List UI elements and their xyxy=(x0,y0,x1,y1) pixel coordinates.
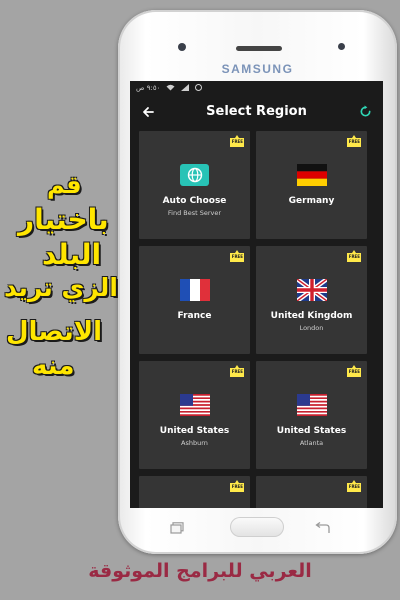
free-badge-label: FREE xyxy=(348,369,360,374)
region-card-partial-right[interactable]: FREE xyxy=(256,476,367,508)
phone-brand: SAMSUNG xyxy=(221,62,294,76)
region-card-germany[interactable]: FREE Germany xyxy=(256,131,367,239)
free-badge-label: FREE xyxy=(231,369,243,374)
phone-frame: SAMSUNG ٩:٥٠ ص Select Region FREE Auto C… xyxy=(118,10,397,554)
phone-sensor xyxy=(338,43,345,50)
promo-line-4: الزي تريد xyxy=(4,273,118,302)
signal-icon xyxy=(181,83,190,93)
status-time: ٩:٥٠ ص xyxy=(136,84,161,92)
app-screen: ٩:٥٠ ص Select Region FREE Auto Choose Fi… xyxy=(130,81,383,508)
free-badge-label: FREE xyxy=(348,484,360,489)
phone-speaker xyxy=(236,46,282,51)
promo-line-1: قم xyxy=(47,171,82,199)
region-card-france[interactable]: FREE France xyxy=(139,246,250,354)
region-card-united-states-atlanta[interactable]: FREE United States Atlanta xyxy=(256,361,367,469)
home-button[interactable] xyxy=(230,517,284,537)
region-name: Germany xyxy=(288,196,335,206)
uk-flag-icon xyxy=(296,279,327,301)
region-name: United Kingdom xyxy=(270,311,353,321)
free-badge-label: FREE xyxy=(348,254,360,259)
region-card-united-states-ashburn[interactable]: FREE United States Ashburn xyxy=(139,361,250,469)
phone-camera xyxy=(178,43,186,51)
promo-line-3: البلد xyxy=(42,238,102,271)
free-badge-label: FREE xyxy=(231,254,243,259)
footer-caption: العربي للبرامج الموثوقة xyxy=(88,560,312,582)
status-bar: ٩:٥٠ ص xyxy=(130,81,383,95)
region-name: Auto Choose xyxy=(162,196,227,206)
free-badge-label: FREE xyxy=(231,484,243,489)
us-flag-icon xyxy=(296,394,327,416)
free-badge-label: FREE xyxy=(348,139,360,144)
region-grid: FREE Auto Choose Find Best Server FREE G… xyxy=(130,128,383,508)
back-icon[interactable] xyxy=(314,519,330,538)
germany-flag-icon xyxy=(296,164,327,186)
france-flag-icon xyxy=(179,279,210,301)
region-name: United States xyxy=(276,426,347,436)
region-card-auto-choose[interactable]: FREE Auto Choose Find Best Server xyxy=(139,131,250,239)
region-sub: Ashburn xyxy=(181,439,208,447)
region-card-united-kingdom[interactable]: FREE United Kingdom London xyxy=(256,246,367,354)
wifi-icon xyxy=(166,84,175,93)
promo-line-6: منه xyxy=(32,351,75,381)
region-name: United States xyxy=(159,426,230,436)
app-bar: Select Region xyxy=(130,95,383,128)
promo-line-2: باختيار xyxy=(18,203,109,236)
region-sub: Find Best Server xyxy=(167,209,222,217)
page-title: Select Region xyxy=(206,104,307,119)
hardware-nav-bar xyxy=(118,513,397,543)
region-card-partial-left[interactable]: FREE xyxy=(139,476,250,508)
region-sub: Atlanta xyxy=(299,439,324,447)
recent-apps-icon[interactable] xyxy=(170,519,184,538)
region-sub: London xyxy=(299,324,324,332)
promo-line-5: الاتصال xyxy=(6,317,102,347)
region-name: France xyxy=(177,311,212,321)
free-badge-label: FREE xyxy=(231,139,243,144)
us-flag-icon xyxy=(179,394,210,416)
notification-icon xyxy=(195,83,203,93)
globe-icon xyxy=(180,164,209,186)
arrow-left-icon[interactable] xyxy=(138,102,158,122)
refresh-icon[interactable] xyxy=(355,102,375,122)
